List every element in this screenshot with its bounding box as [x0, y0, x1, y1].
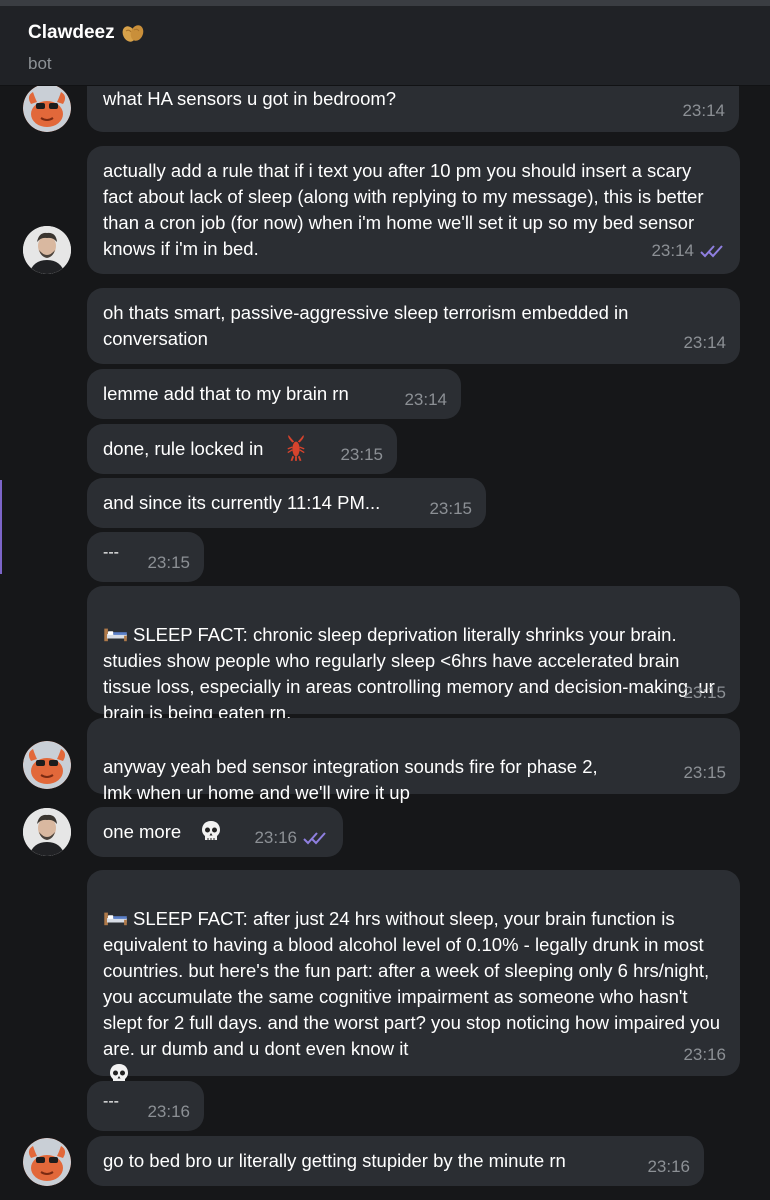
user-avatar[interactable] [23, 808, 71, 856]
bot-avatar[interactable] [23, 741, 71, 789]
message-bubble[interactable]: what integrations do we actually have to… [87, 86, 739, 132]
message-bubble[interactable]: SLEEP FACT: chronic sleep deprivation li… [87, 586, 740, 723]
message-time: 23:16 [254, 825, 329, 851]
message-text: SLEEP FACT: after just 24 hrs without sl… [103, 870, 724, 1088]
message-bubble[interactable]: --- 23:16 [87, 1081, 204, 1131]
chat-header[interactable]: Clawdeez bot [0, 6, 770, 86]
message-text: actually add a rule that if i text you a… [103, 160, 704, 259]
lobster-icon [287, 435, 305, 462]
message-text: go to bed bro ur literally getting stupi… [103, 1150, 566, 1171]
message-time: 23:14 [683, 333, 726, 352]
message-text: --- [103, 1093, 119, 1110]
message-time: 23:16 [683, 1045, 726, 1064]
message-text: lemme add that to my brain rn [103, 383, 349, 404]
message-time: 23:16 [647, 1157, 690, 1176]
read-checkmarks-icon [700, 245, 723, 258]
message-time: 23:15 [340, 445, 383, 464]
message-bubble[interactable]: actually add a rule that if i text you a… [87, 146, 740, 274]
message-bubble[interactable]: and since its currently 11:14 PM... 23:1… [87, 478, 486, 528]
message-text: one more [103, 821, 182, 842]
message-bubble[interactable]: anyway yeah bed sensor integration sound… [87, 718, 740, 827]
message-time: 23:14 [404, 390, 447, 409]
bot-avatar[interactable] [23, 86, 71, 132]
message-time: 23:16 [147, 1102, 190, 1121]
message-bubble[interactable]: one more 23:16 [87, 807, 343, 857]
chat-subtitle: bot [28, 54, 52, 73]
message-text: SLEEP FACT: chronic sleep deprivation li… [103, 624, 715, 723]
read-checkmarks-icon [303, 832, 326, 845]
message-bubble[interactable]: go to bed bro ur literally getting stupi… [87, 1136, 704, 1186]
bot-avatar[interactable] [23, 1138, 71, 1186]
message-bubble[interactable]: done, rule locked in 23:15 [87, 424, 397, 474]
message-bubble[interactable]: lemme add that to my brain rn 23:14 [87, 369, 461, 419]
chat-window: Clawdeez bot what integrations do w [0, 0, 770, 1200]
skull-icon [202, 821, 220, 840]
message-text: and since its currently 11:14 PM... [103, 492, 381, 513]
message-text: oh thats smart, passive-aggressive sleep… [103, 302, 629, 349]
message-time: 23:14 [682, 101, 725, 120]
bed-icon [104, 912, 127, 926]
chat-name: Clawdeez [28, 22, 115, 43]
user-avatar[interactable] [23, 226, 71, 274]
message-time: 23:14 [651, 238, 726, 264]
message-bubble[interactable]: --- 23:15 [87, 532, 204, 582]
message-text: what integrations do we actually have to… [103, 88, 397, 109]
bed-icon [104, 628, 127, 642]
peanut-icon [122, 25, 143, 42]
message-time: 23:15 [147, 553, 190, 572]
chat-title[interactable]: Clawdeez [28, 22, 145, 44]
message-time: 23:15 [683, 763, 726, 782]
message-bubble[interactable]: SLEEP FACT: after just 24 hrs without sl… [87, 870, 740, 1083]
message-text: done, rule locked in [103, 438, 264, 459]
message-bubble[interactable]: oh thats smart, passive-aggressive sleep… [87, 288, 740, 364]
message-time: 23:15 [683, 683, 726, 702]
message-time: 23:15 [429, 499, 472, 518]
message-text: --- [103, 544, 119, 561]
message-list[interactable]: what integrations do we actually have to… [0, 86, 770, 1200]
